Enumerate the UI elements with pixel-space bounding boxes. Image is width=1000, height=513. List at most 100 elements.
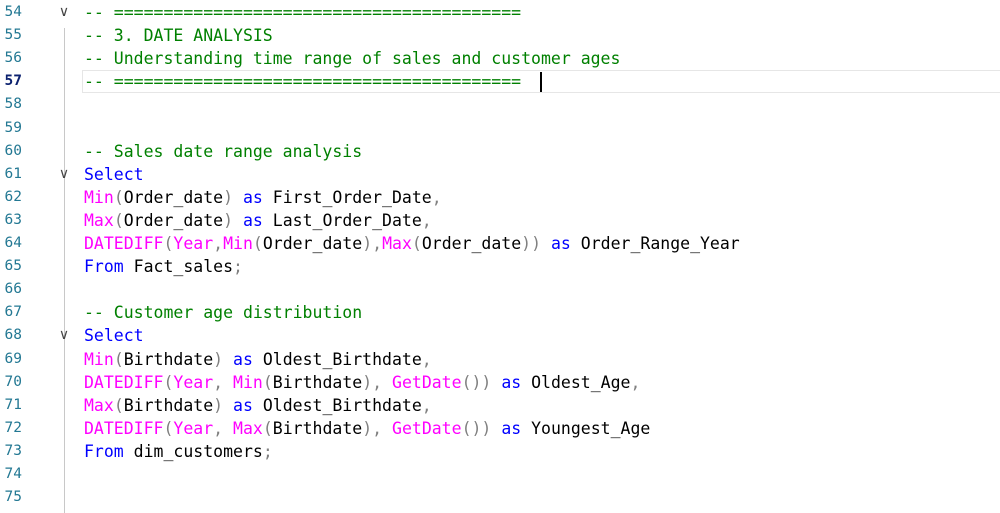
code-text: -- Customer age distribution: [84, 301, 362, 324]
identifier-token: Youngest_Age: [521, 418, 651, 438]
identifier-token: Fact_sales: [123, 257, 234, 277]
line-number: 56: [4, 50, 22, 67]
line-number: 65: [4, 258, 22, 275]
keyword-token: as: [242, 210, 263, 230]
identifier-token: Oldest_Age: [521, 372, 631, 392]
function-token: GetDate: [392, 418, 462, 438]
identifier-token: Order_date: [123, 210, 224, 230]
comment-token: -- 3. DATE ANALYSIS: [84, 26, 273, 46]
code-line-69[interactable]: 69 Min(Birthdate) as Oldest_Birthdate,: [0, 348, 1000, 371]
code-line-60[interactable]: 60 -- Sales date range analysis: [0, 140, 1000, 163]
code-line-58[interactable]: 58: [0, 93, 1000, 116]
function-token: DATEDIFF: [84, 418, 164, 438]
code-line-68[interactable]: 68 ∨ Select: [0, 324, 1000, 347]
identifier-token: [491, 419, 501, 438]
code-line-62[interactable]: 62 Min(Order_date) as First_Order_Date,: [0, 186, 1000, 209]
code-line-64[interactable]: 64 DATEDIFF(Year,Min(Order_date),Max(Orde…: [0, 232, 1000, 255]
identifier-token: Order_date: [421, 234, 522, 253]
punctuation-token: ,: [421, 349, 432, 369]
line-number: 73: [4, 442, 22, 459]
punctuation-token: ,: [630, 372, 641, 392]
code-text: From dim_customers;: [84, 440, 273, 463]
code-line-67[interactable]: 67 -- Customer age distribution: [0, 301, 1000, 324]
code-line-75[interactable]: 75: [0, 486, 1000, 509]
function-token: Year: [173, 372, 214, 392]
code-line-57[interactable]: 57 -- ===================================…: [0, 70, 1000, 93]
keyword-token: From: [84, 257, 124, 277]
code-text: DATEDIFF(Year,Min(Order_date),Max(Order_…: [84, 232, 740, 255]
comment-token: -- =====================================…: [84, 3, 522, 22]
line-number: 60: [4, 142, 22, 159]
punctuation-token: (: [163, 372, 174, 392]
identifier-token: Order_Range_Year: [570, 234, 740, 253]
code-line-54[interactable]: 54 ∨ -- ==================================…: [0, 1, 1000, 24]
identifier-token: First_Order_Date: [262, 187, 432, 207]
code-line-74[interactable]: 74: [0, 463, 1000, 486]
punctuation-token: (: [262, 372, 273, 392]
function-token: Year: [173, 234, 214, 253]
line-number: 67: [4, 304, 22, 321]
line-number: 61: [4, 165, 22, 182]
code-text: Min(Birthdate) as Oldest_Birthdate,: [84, 348, 432, 371]
code-line-55[interactable]: 55 -- 3. DATE ANALYSIS: [0, 24, 1000, 47]
punctuation-token: ): [213, 395, 224, 415]
punctuation-token: (: [113, 210, 124, 230]
line-number: 68: [4, 327, 22, 344]
punctuation-token: ,: [431, 187, 442, 207]
line-number: 64: [4, 235, 22, 251]
code-text: From Fact_sales;: [84, 255, 243, 278]
function-token: Max: [233, 418, 263, 438]
code-line-65[interactable]: 65 From Fact_sales;: [0, 255, 1000, 278]
code-line-71[interactable]: 71 Max(Birthdate) as Oldest_Birthdate,: [0, 394, 1000, 417]
line-number: 57: [4, 73, 22, 90]
function-token: Max: [84, 210, 114, 230]
code-text: -- =====================================…: [84, 1, 521, 24]
comment-token: -- Customer age distribution: [84, 303, 363, 323]
chevron-down-icon[interactable]: ∨: [56, 163, 72, 186]
code-line-63[interactable]: 63 Max(Order_date) as Last_Order_Date,: [0, 209, 1000, 232]
identifier-token: dim_customers: [123, 441, 263, 461]
punctuation-token: ),: [362, 372, 393, 392]
punctuation-token: ,: [213, 418, 234, 438]
function-token: GetDate: [392, 372, 462, 392]
code-line-70[interactable]: 70 DATEDIFF(Year, Min(Birthdate), GetDate…: [0, 371, 1000, 394]
punctuation-token: (: [113, 349, 124, 369]
sql-editor[interactable]: 54 ∨ -- ==================================…: [0, 0, 1000, 513]
punctuation-token: ): [223, 210, 234, 230]
punctuation-token: )): [521, 234, 542, 253]
identifier-token: Oldest_Birthdate: [252, 349, 422, 369]
keyword-token: as: [501, 372, 522, 392]
chevron-down-icon[interactable]: ∨: [56, 1, 72, 24]
punctuation-token: ,: [213, 372, 234, 392]
code-line-56[interactable]: 56 -- Understanding time range of sales a…: [0, 47, 1000, 70]
punctuation-token: ,: [421, 395, 432, 415]
code-line-59[interactable]: 59: [0, 117, 1000, 140]
code-text: -- Sales date range analysis: [84, 140, 362, 163]
chevron-down-icon[interactable]: ∨: [56, 324, 72, 347]
code-line-61[interactable]: 61 ∨ Select: [0, 163, 1000, 186]
keyword-token: as: [233, 395, 253, 415]
function-token: Min: [233, 372, 263, 392]
identifier-token: [233, 188, 243, 207]
line-number: 75: [4, 489, 22, 506]
punctuation-token: (: [163, 234, 174, 253]
punctuation-token: ()): [461, 418, 492, 438]
code-line-73[interactable]: 73 From dim_customers;: [0, 440, 1000, 463]
keyword-token: Select: [84, 326, 144, 346]
punctuation-token: ;: [262, 441, 273, 461]
line-number: 58: [4, 96, 22, 113]
punctuation-token: (: [411, 234, 422, 253]
function-token: Max: [84, 395, 114, 415]
punctuation-token: ),: [362, 234, 383, 253]
punctuation-token: ): [213, 349, 224, 369]
code-line-72[interactable]: 72 DATEDIFF(Year, Max(Birthdate), GetDate…: [0, 417, 1000, 440]
identifier-token: Birthdate: [123, 349, 214, 369]
punctuation-token: ,: [213, 234, 224, 253]
keyword-token: as: [550, 234, 571, 253]
identifier-token: Oldest_Birthdate: [252, 395, 422, 415]
line-number: 70: [4, 373, 22, 390]
line-number: 62: [4, 188, 22, 205]
line-number: 69: [4, 350, 22, 367]
function-token: DATEDIFF: [84, 234, 164, 253]
code-line-66[interactable]: 66: [0, 278, 1000, 301]
